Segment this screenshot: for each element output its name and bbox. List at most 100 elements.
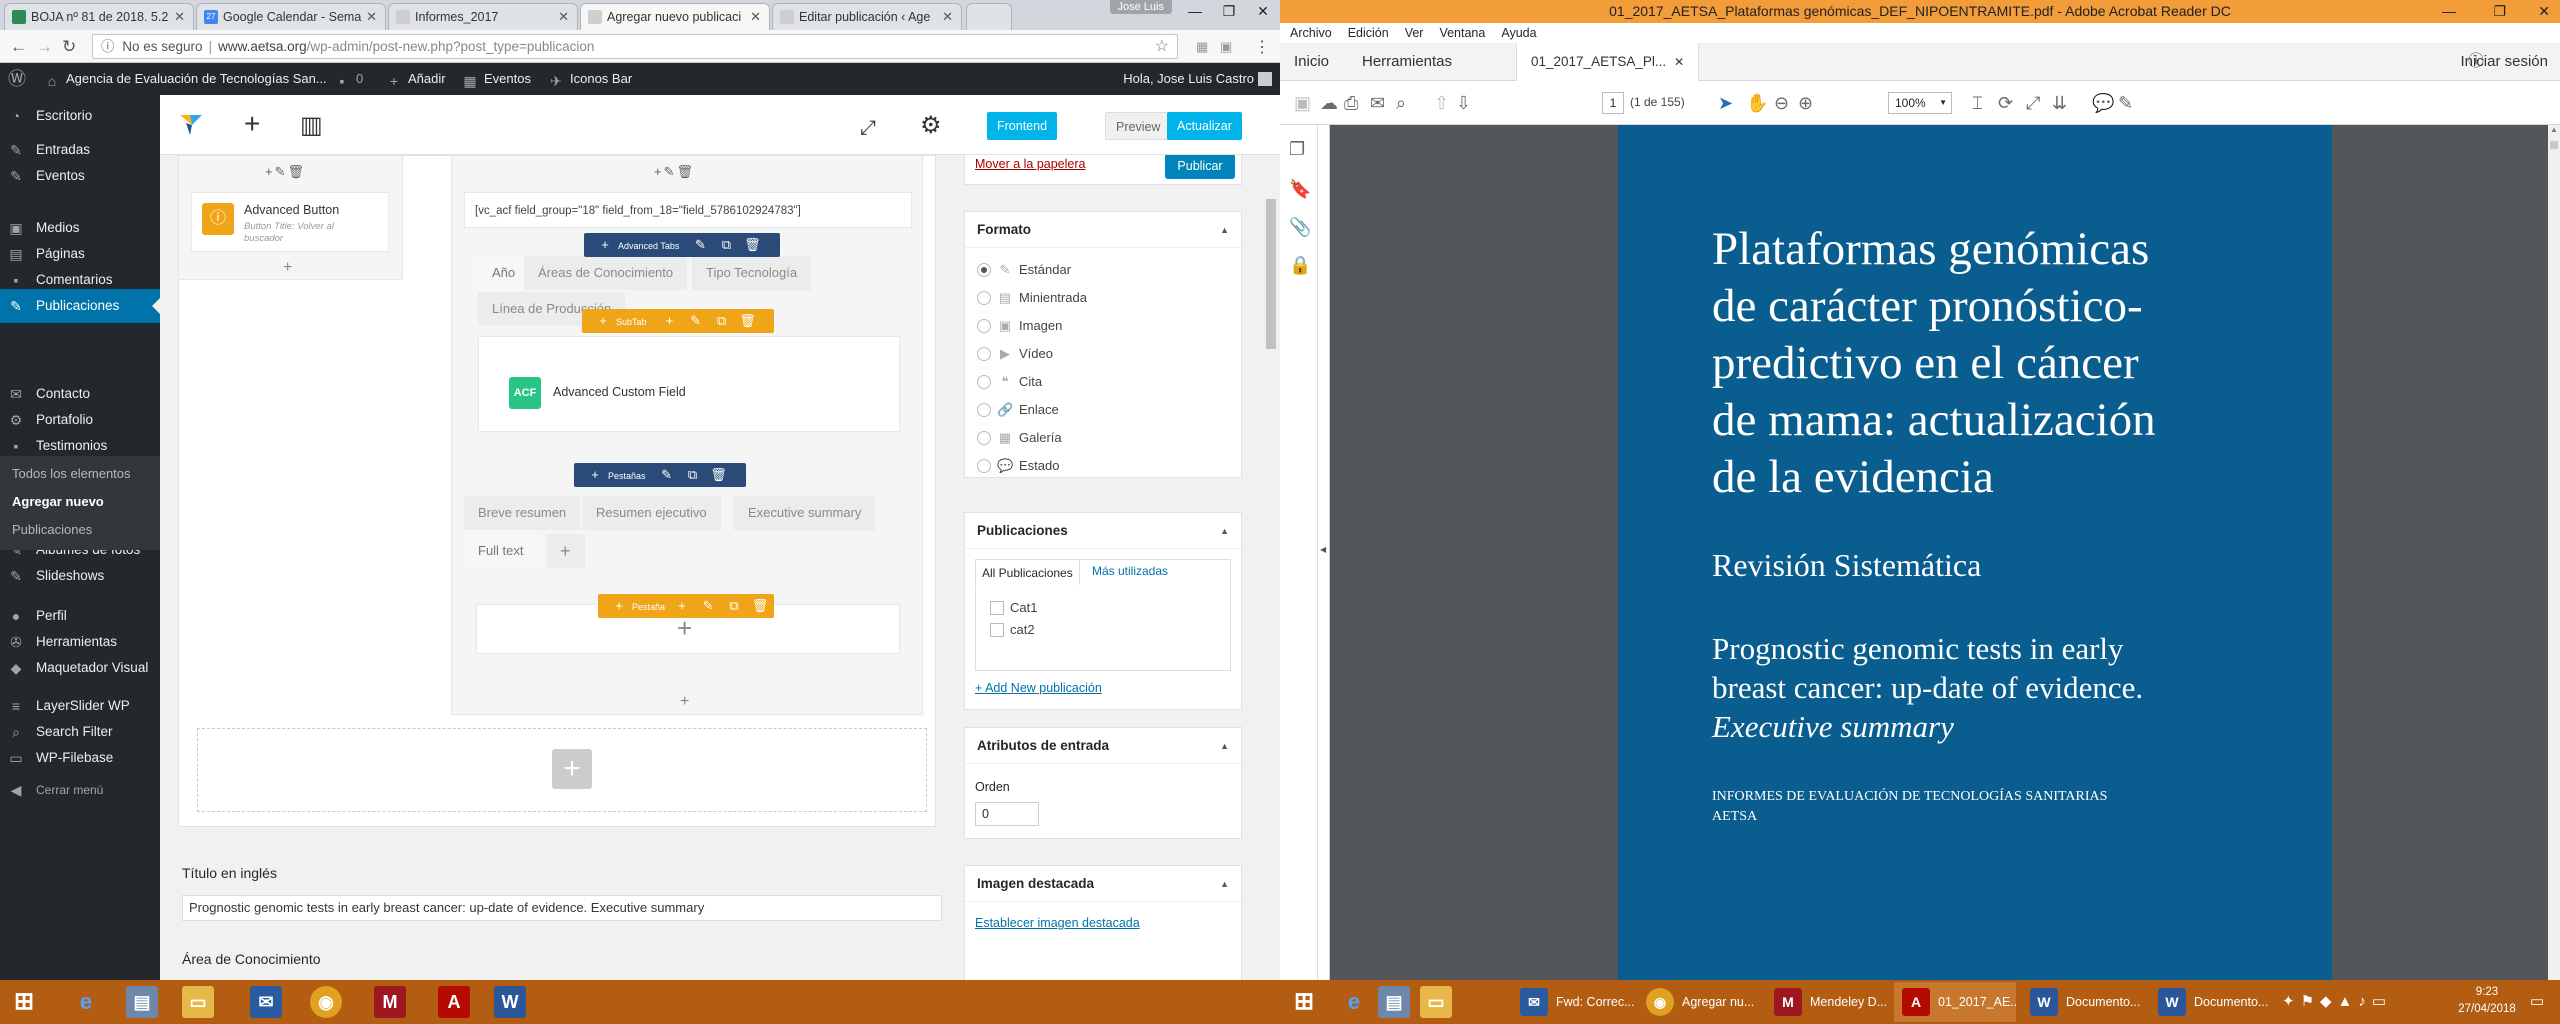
preview-button[interactable]: Preview	[1105, 112, 1172, 140]
checkbox[interactable]	[990, 623, 1004, 637]
attachment-icon[interactable]: 📎	[1289, 217, 1311, 238]
extension-icon[interactable]: ▣	[1220, 39, 1232, 55]
acf-shortcode-element[interactable]: [vc_acf field_group="18" field_from_18="…	[464, 192, 912, 228]
add-row-area[interactable]: +	[197, 728, 927, 812]
format-option[interactable]: ❝ Cita	[977, 374, 1042, 390]
radio-button[interactable]	[977, 459, 991, 473]
new-content-link[interactable]: + Añadir	[386, 63, 446, 95]
category-item[interactable]: cat2	[990, 622, 1035, 637]
categories-box-title[interactable]: Publicaciones	[965, 513, 1241, 549]
sidebar-item-eventos[interactable]: ✎ Eventos	[0, 159, 160, 193]
chrome-tab-1[interactable]: BOJA nº 81 de 2018. 5.2 ✕	[4, 3, 194, 30]
pestana-controls[interactable]: + Pestaña + ✎ ⧉ 🗑	[598, 594, 774, 618]
add-element-plus-icon[interactable]: +	[283, 260, 292, 276]
radio-button[interactable]	[977, 347, 991, 361]
format-option[interactable]: ▦ Galería	[977, 430, 1062, 446]
title-en-input[interactable]: Prognostic genomic tests in early breast…	[182, 895, 942, 921]
document-scrollbar[interactable]: ▲	[2548, 125, 2560, 980]
column-controls[interactable]: +✎🗑	[654, 164, 695, 180]
sidebar-item-escritorio[interactable]: ◔ Escritorio	[0, 99, 160, 133]
chrome-tab-5[interactable]: Editar publicación ‹ Age ✕	[772, 3, 962, 30]
advanced-tabs-element[interactable]: Año Áreas de Conocimiento Tipo Tecnologí…	[464, 256, 912, 456]
next-page-icon[interactable]: ⇩	[1456, 93, 1471, 113]
notepad-icon[interactable]: ▤	[1378, 986, 1410, 1018]
wordpress-logo-icon[interactable]: Ⓦ	[8, 63, 26, 95]
page-scrollbar[interactable]	[1262, 155, 1280, 980]
featured-image-box-title[interactable]: Imagen destacada	[965, 866, 1241, 902]
sidebar-item-publicaciones[interactable]: ✎ Publicaciones	[0, 289, 160, 323]
close-icon[interactable]: ✕	[174, 4, 185, 30]
tab-herramientas[interactable]: Herramientas	[1362, 43, 1452, 81]
settings-gear-icon[interactable]: ⚙	[920, 111, 942, 141]
maximize-icon[interactable]: ❐	[1212, 0, 1246, 22]
pen-icon[interactable]: ✎	[2118, 93, 2133, 113]
fullscreen-icon[interactable]: ⤢	[2026, 93, 2040, 113]
file-explorer-icon[interactable]: ▭	[1420, 986, 1452, 1018]
scrollbar-thumb[interactable]	[1266, 199, 1276, 349]
notepad-icon[interactable]: ▤	[126, 986, 158, 1018]
radio-button[interactable]	[977, 431, 991, 445]
chrome-menu-icon[interactable]: ⋮	[1254, 37, 1270, 57]
taskbar-button-word-2[interactable]: W Documento...	[2150, 982, 2272, 1022]
checkbox[interactable]	[990, 601, 1004, 615]
zoom-select[interactable]: 100% ▼	[1888, 92, 1952, 114]
sidebar-item-maquetador-visual[interactable]: ◆ Maquetador Visual	[0, 651, 160, 685]
templates-icon[interactable]: ▥	[300, 111, 323, 141]
attributes-box-title[interactable]: Atributos de entrada	[965, 728, 1241, 764]
chrome-tab-4-active[interactable]: Agregar nuevo publicaci ✕	[580, 3, 770, 30]
subtab-tipo[interactable]: Tipo Tecnología	[692, 256, 812, 290]
page-number-input[interactable]: 1	[1602, 92, 1624, 114]
add-tab-plus-icon[interactable]: +	[546, 534, 585, 568]
reload-icon[interactable]: ↻	[62, 37, 76, 57]
taskbar-button-chrome[interactable]: ◉ Agregar nu...	[1638, 982, 1760, 1022]
acrobat-icon[interactable]: A	[438, 986, 470, 1018]
minimize-icon[interactable]: —	[2442, 0, 2456, 23]
move-to-trash-link[interactable]: Mover a la papelera	[975, 157, 1085, 171]
thunderbird-icon[interactable]: ✉	[250, 986, 282, 1018]
comment-icon[interactable]: 💬	[2092, 93, 2114, 113]
avatar[interactable]	[1258, 72, 1272, 86]
word-icon[interactable]: W	[494, 986, 526, 1018]
print-icon[interactable]: ⎙	[1344, 93, 1358, 113]
sign-in-link[interactable]: Iniciar sesión	[2460, 43, 2548, 81]
site-name-link[interactable]: ⌂ Agencia de Evaluación de Tecnologías Sa…	[44, 63, 327, 95]
system-tray-icons[interactable]: ✦⚑◆▲♪▭	[2282, 992, 2392, 1010]
rotate-icon[interactable]: ⟳	[1998, 93, 2013, 113]
pages-thumbnail-icon[interactable]: ❐	[1289, 139, 1305, 160]
radio-button[interactable]	[977, 403, 991, 417]
update-button[interactable]: Actualizar	[1167, 112, 1242, 140]
clock[interactable]: 9:23 27/04/2018	[2452, 984, 2522, 1018]
menu-archivo[interactable]: Archivo	[1290, 26, 1332, 40]
windows-start-icon[interactable]: ⊞	[1288, 986, 1320, 1018]
close-icon[interactable]: ✕	[1674, 55, 1684, 69]
tab-all-publicaciones[interactable]: All Publicaciones	[975, 559, 1080, 585]
format-option[interactable]: ▤ Minientrada	[977, 290, 1087, 306]
format-option[interactable]: ▣ Imagen	[977, 318, 1062, 334]
scroll-up-icon[interactable]: ▲	[2550, 125, 2558, 134]
comments-link[interactable]: ▪ 0	[334, 63, 364, 95]
close-icon[interactable]: ✕	[750, 4, 761, 30]
radio-button[interactable]	[977, 319, 991, 333]
forward-icon[interactable]: →	[36, 37, 53, 57]
windows-start-icon[interactable]: ⊞	[8, 986, 40, 1018]
submenu-item-add-new[interactable]: Agregar nuevo	[12, 494, 104, 509]
chrome-tab-2[interactable]: 27 Google Calendar - Sema ✕	[196, 3, 386, 30]
close-window-icon[interactable]: ✕	[1246, 0, 1280, 22]
prev-page-icon[interactable]: ⇧	[1434, 93, 1449, 113]
events-link[interactable]: ▦ Eventos	[462, 63, 531, 95]
file-explorer-icon[interactable]: ▭	[182, 986, 214, 1018]
taskbar-button-acrobat[interactable]: A 01_2017_AE...	[1894, 982, 2016, 1022]
zoom-out-icon[interactable]: ⊖	[1774, 93, 1789, 113]
tab-document[interactable]: 01_2017_AETSA_Pl... ✕	[1516, 43, 1700, 81]
chrome-icon[interactable]: ◉	[310, 986, 342, 1018]
taskbar-button-mendeley[interactable]: M Mendeley D...	[1766, 982, 1888, 1022]
menu-ver[interactable]: Ver	[1405, 26, 1424, 40]
submenu-item-all[interactable]: Todos los elementos	[12, 466, 131, 481]
chevron-left-icon[interactable]: ◀	[1320, 545, 1326, 554]
publish-button[interactable]: Publicar	[1165, 155, 1235, 179]
tab-full-text[interactable]: Full text	[464, 534, 538, 568]
format-option[interactable]: 🔗 Enlace	[977, 402, 1059, 418]
extension-icon[interactable]: ▦	[1196, 39, 1208, 55]
sidebar-item-wp-filebase[interactable]: ▭ WP-Filebase	[0, 741, 160, 775]
scroll-mode-icon[interactable]: ⇊	[2052, 93, 2067, 113]
